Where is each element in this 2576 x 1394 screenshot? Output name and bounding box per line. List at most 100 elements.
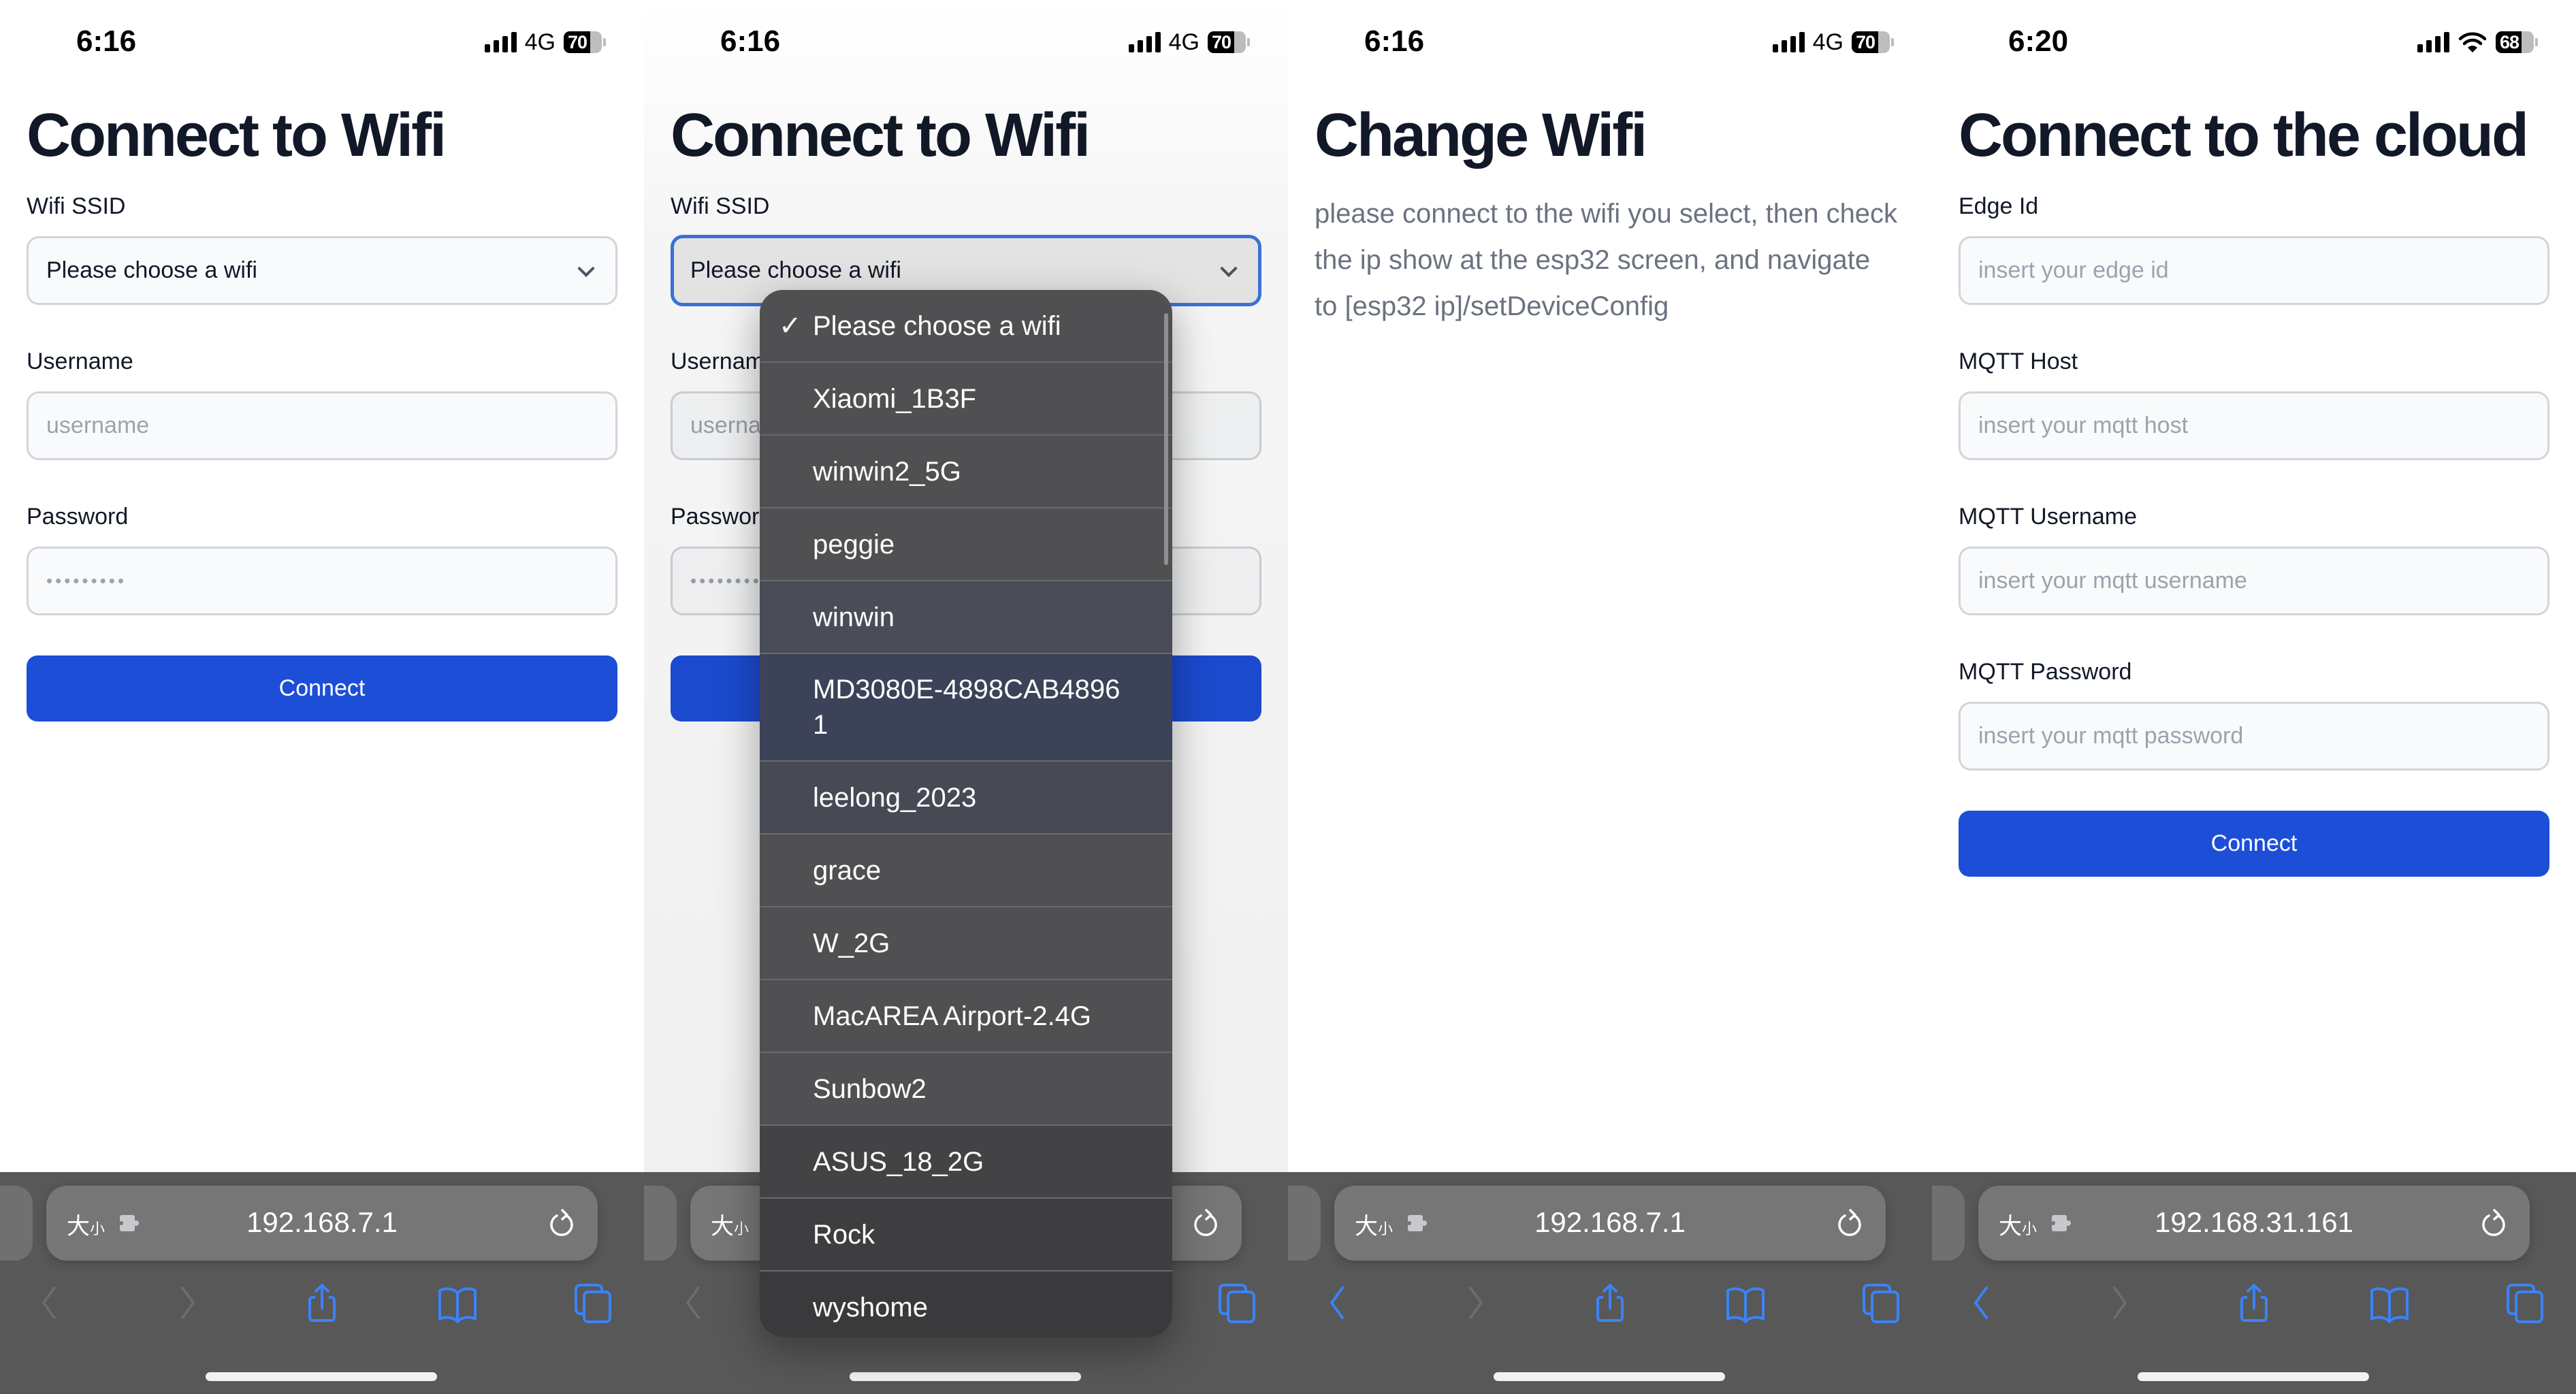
wifi-option[interactable]: W_2G (760, 907, 1172, 980)
wifi-option[interactable]: leelong_2023 (760, 762, 1172, 834)
battery-tip (603, 38, 606, 46)
previous-tab-edge[interactable] (1932, 1186, 1965, 1261)
screen-change-wifi: 6:16 4G 70 Change Wifi please connect to… (1288, 0, 1932, 1394)
wifi-option[interactable]: MacAREA Airport-2.4G (760, 980, 1172, 1053)
edge-id-placeholder: insert your edge id (1978, 257, 2169, 283)
wifi-option[interactable]: wyshome (760, 1271, 1172, 1337)
previous-tab-edge[interactable] (0, 1186, 33, 1261)
wifi-option-selected[interactable]: ✓ Please choose a wifi (760, 290, 1172, 363)
chevron-right-icon[interactable] (167, 1282, 208, 1323)
tabs-icon[interactable] (1861, 1282, 1902, 1323)
option-label: wyshome (813, 1292, 928, 1323)
previous-tab-edge[interactable] (644, 1186, 677, 1261)
password-label: Password (671, 504, 773, 530)
wifi-option[interactable]: Sunbow2 (760, 1053, 1172, 1126)
wifi-icon (2458, 32, 2487, 52)
option-label: Sunbow2 (813, 1073, 927, 1104)
ssid-selected-value: Please choose a wifi (46, 257, 257, 283)
tabs-icon[interactable] (573, 1282, 614, 1323)
password-masked-value: ••••••••• (690, 570, 771, 591)
reload-icon[interactable] (2478, 1206, 2509, 1240)
bookmarks-icon[interactable] (437, 1282, 478, 1323)
ssid-label: Wifi SSID (27, 193, 126, 219)
battery-icon: 70 (1208, 31, 1246, 53)
screen-connect-wifi: 6:16 4G 70 Connect to Wifi Wifi SSID Ple… (0, 0, 644, 1394)
option-label: Xiaomi_1B3F (813, 383, 977, 414)
wifi-option[interactable]: winwin (760, 581, 1172, 654)
option-label: grace (813, 855, 882, 886)
ssid-select[interactable]: Please choose a wifi (27, 236, 617, 305)
url-text: 192.168.31.161 (2155, 1206, 2353, 1238)
url-text: 192.168.7.1 (1534, 1206, 1686, 1238)
instruction-text: please connect to the wifi you select, t… (1315, 199, 1898, 321)
status-time: 6:16 (720, 25, 781, 58)
ssid-selected-value: Please choose a wifi (690, 257, 901, 283)
screen-connect-cloud: 6:20 68 Connect to the cloud Edge Id ins… (1932, 0, 2576, 1394)
option-label: ASUS_18_2G (813, 1146, 984, 1177)
edge-id-input[interactable]: insert your edge id (1959, 236, 2549, 305)
chevron-left-icon[interactable] (29, 1282, 69, 1323)
battery-icon: 68 (2496, 31, 2534, 53)
option-label: peggie (813, 529, 895, 560)
wifi-option[interactable]: Rock (760, 1199, 1172, 1271)
mqtt-host-label: MQTT Host (1959, 348, 2078, 374)
signal-bars-icon (484, 32, 517, 52)
page-title: Connect to the cloud (1959, 101, 2529, 169)
option-label: MD3080E-4898CAB48961 (813, 675, 1121, 740)
page-title: Change Wifi (1315, 101, 1647, 169)
wifi-option[interactable]: grace (760, 834, 1172, 907)
mqtt-password-input[interactable]: insert your mqtt password (1959, 702, 2549, 771)
bookmarks-icon[interactable] (2369, 1282, 2410, 1323)
reload-icon[interactable] (1834, 1206, 1865, 1240)
option-label: Rock (813, 1219, 875, 1250)
password-masked-value: ••••••••• (46, 570, 127, 591)
wifi-option[interactable]: ASUS_18_2G (760, 1126, 1172, 1199)
username-input[interactable]: username (27, 391, 617, 460)
option-label: W_2G (813, 928, 890, 958)
chevron-left-icon[interactable] (673, 1282, 713, 1323)
connect-button[interactable]: Connect (1959, 811, 2549, 877)
battery-icon: 70 (1852, 31, 1890, 53)
wifi-option[interactable]: peggie (760, 508, 1172, 581)
chevron-right-icon[interactable] (2099, 1282, 2140, 1323)
tabs-icon[interactable] (1217, 1282, 1258, 1323)
share-icon[interactable] (2234, 1282, 2274, 1323)
username-label: Username (27, 348, 133, 374)
home-indicator (206, 1372, 437, 1381)
wifi-option[interactable]: winwin2_5G (760, 436, 1172, 508)
status-icons: 4G 70 (1772, 29, 1894, 56)
connect-button[interactable]: Connect (27, 655, 617, 722)
mqtt-username-input[interactable]: insert your mqtt username (1959, 547, 2549, 615)
safari-toolbar: 大小 192.168.7.1 (1288, 1172, 1932, 1394)
battery-level: 68 (2500, 31, 2519, 52)
address-bar[interactable]: 大小 192.168.7.1 (46, 1186, 598, 1261)
address-bar[interactable]: 大小 192.168.7.1 (1334, 1186, 1886, 1261)
screen-connect-wifi-dropdown: 6:16 4G 70 Connect to Wifi Wifi SSID Ple… (644, 0, 1288, 1394)
password-input[interactable]: ••••••••• (27, 547, 617, 615)
option-label: winwin2_5G (813, 456, 961, 487)
mqtt-username-label: MQTT Username (1959, 504, 2137, 530)
previous-tab-edge[interactable] (1288, 1186, 1321, 1261)
reload-icon[interactable] (546, 1206, 577, 1240)
share-icon[interactable] (1590, 1282, 1630, 1323)
address-bar[interactable]: 大小 192.168.31.161 (1978, 1186, 2530, 1261)
edge-id-label: Edge Id (1959, 193, 2039, 219)
chevron-left-icon[interactable] (1317, 1282, 1357, 1323)
safari-toolbar: 大小 192.168.31.161 (1932, 1172, 2576, 1394)
wifi-option[interactable]: MD3080E-4898CAB48961 (760, 654, 1172, 762)
tabs-icon[interactable] (2505, 1282, 2546, 1323)
mqtt-password-label: MQTT Password (1959, 659, 2132, 685)
reload-icon[interactable] (1190, 1206, 1221, 1240)
bookmarks-icon[interactable] (1725, 1282, 1766, 1323)
option-label: winwin (813, 602, 895, 632)
mqtt-host-input[interactable]: insert your mqtt host (1959, 391, 2549, 460)
share-icon[interactable] (302, 1282, 342, 1323)
url-text: 192.168.7.1 (246, 1206, 398, 1238)
network-type: 4G (1812, 29, 1844, 55)
menu-scrollbar[interactable] (1164, 313, 1168, 565)
chevron-right-icon[interactable] (1455, 1282, 1496, 1323)
chevron-down-icon (577, 259, 595, 277)
chevron-left-icon[interactable] (1961, 1282, 2001, 1323)
home-indicator (1494, 1372, 1725, 1381)
wifi-option[interactable]: Xiaomi_1B3F (760, 363, 1172, 436)
